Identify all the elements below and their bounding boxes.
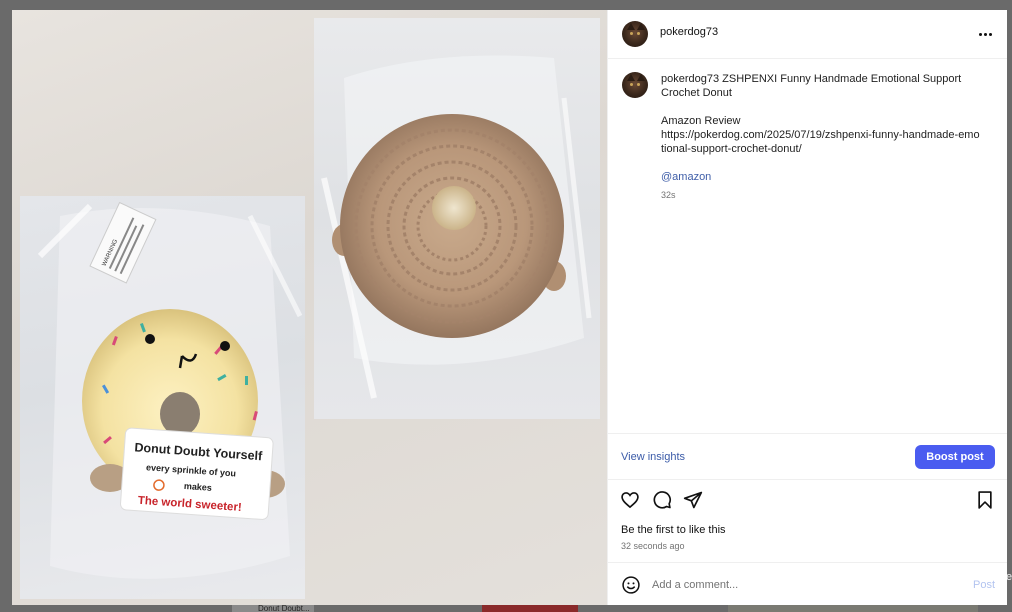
avatar[interactable]	[622, 21, 648, 47]
header-username[interactable]: pokerdog73	[660, 26, 718, 38]
photo-tan-donut	[314, 18, 600, 419]
card-line-3: makes	[184, 481, 213, 493]
caption-timestamp: 32s	[661, 190, 676, 200]
post-comment-button[interactable]: Post	[973, 579, 995, 591]
caption-link[interactable]: https://pokerdog.com/2025/07/19/zshpenxi…	[661, 128, 981, 156]
caption-username[interactable]: pokerdog73	[661, 73, 719, 85]
more-horizontal-icon[interactable]	[973, 27, 997, 41]
insights-bar: View insights Boost post	[608, 433, 1007, 480]
post-side-panel: pokerdog73 pokerdog73 ZSHPENXI Funny Han…	[607, 10, 1007, 605]
likes-text: Be the first to like this	[621, 524, 726, 536]
post-media[interactable]: WARNING Donut Doubt Yourself every sprin…	[12, 10, 607, 605]
emoji-icon[interactable]	[621, 575, 641, 595]
boost-post-button[interactable]: Boost post	[915, 445, 995, 469]
comment-input[interactable]	[652, 575, 952, 595]
post-caption: pokerdog73 ZSHPENXI Funny Handmade Emoti…	[661, 72, 981, 202]
view-insights-link[interactable]: View insights	[621, 451, 685, 463]
caption-label: Amazon Review	[661, 115, 741, 127]
post-time-ago: 32 seconds ago	[621, 541, 685, 551]
caption-avatar[interactable]	[622, 72, 648, 98]
photo-yellow-donut: WARNING Donut Doubt Yourself every sprin…	[20, 196, 305, 599]
send-icon[interactable]	[683, 490, 703, 510]
caption-mention[interactable]: @amazon	[661, 170, 981, 184]
post-header: pokerdog73	[608, 10, 1007, 59]
post-actions	[608, 488, 1007, 512]
post-modal: WARNING Donut Doubt Yourself every sprin…	[12, 10, 1007, 605]
bookmark-icon[interactable]	[975, 490, 995, 510]
comment-icon[interactable]	[652, 490, 672, 510]
heart-icon[interactable]	[620, 490, 640, 510]
background-peek-text: Donut Doubt...	[258, 604, 310, 612]
comment-bar: Post	[608, 562, 1007, 605]
